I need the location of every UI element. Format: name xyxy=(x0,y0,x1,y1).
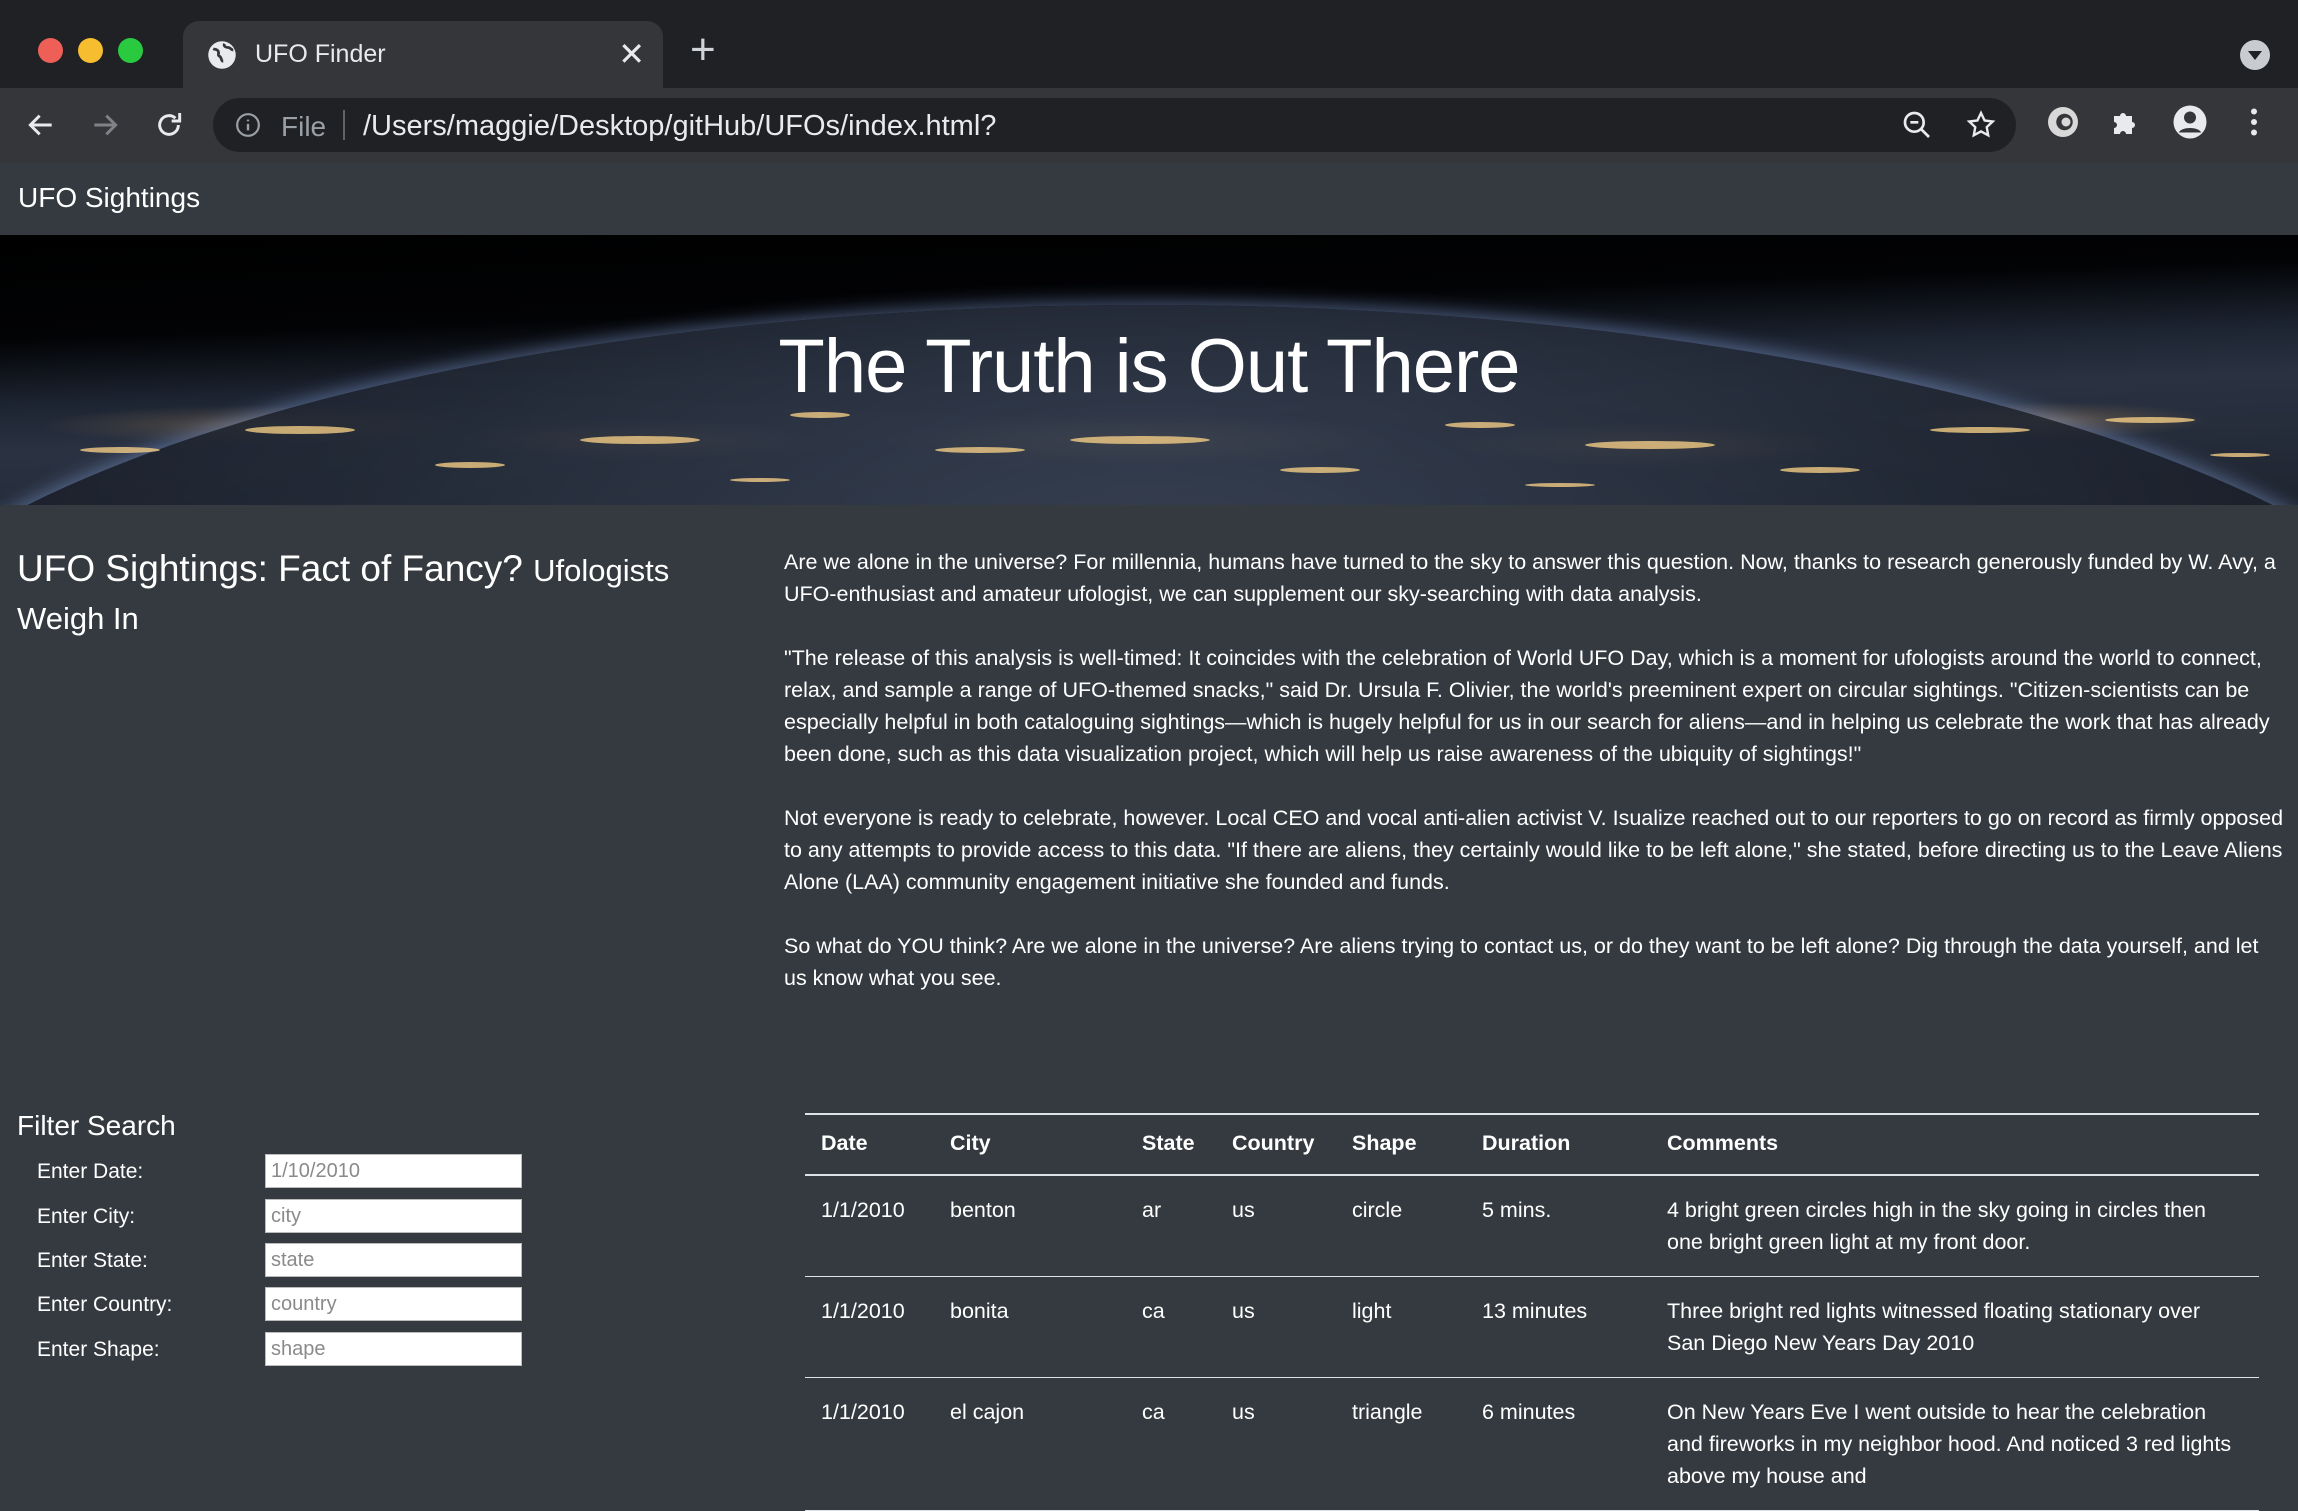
forward-arrow-icon xyxy=(94,114,118,136)
cell-comments: Three bright red lights witnessed floati… xyxy=(1651,1276,2259,1378)
cell-duration: 6 minutes xyxy=(1466,1377,1651,1511)
profile-avatar-icon[interactable] xyxy=(2172,104,2208,140)
back-arrow-icon xyxy=(28,114,52,136)
puzzle-extensions-icon[interactable] xyxy=(2108,104,2144,140)
tab-search-icon[interactable] xyxy=(2240,40,2270,70)
article-headline: UFO Sightings: Fact of Fancy? xyxy=(17,548,523,589)
cell-city: el cajon xyxy=(934,1377,1126,1511)
close-window-button[interactable] xyxy=(38,38,63,63)
date-input[interactable] xyxy=(265,1154,522,1188)
cell-duration: 5 mins. xyxy=(1466,1175,1651,1277)
ufo-sightings-table: Date City State Country Shape Duration C… xyxy=(805,1113,2259,1511)
state-label: Enter State: xyxy=(37,1249,148,1272)
url-text[interactable]: /Users/maggie/Desktop/gitHub/UFOs/index.… xyxy=(363,110,996,143)
bookmark-star-icon[interactable] xyxy=(1965,109,1997,141)
filter-row-country: Enter Country: xyxy=(37,1287,537,1323)
city-input[interactable] xyxy=(265,1199,522,1233)
reload-icon xyxy=(158,113,182,136)
hero-title: The Truth is Out There xyxy=(778,324,1520,409)
maximize-window-button[interactable] xyxy=(118,38,143,63)
table-row: 1/1/2010 el cajon ca us triangle 6 minut… xyxy=(805,1377,2259,1511)
article-paragraph: Not everyone is ready to celebrate, howe… xyxy=(784,806,2284,894)
cell-duration: 13 minutes xyxy=(1466,1276,1651,1378)
browser-tab[interactable]: UFO Finder ✕ xyxy=(183,21,663,88)
forward-button[interactable] xyxy=(84,104,126,146)
column-header-comments: Comments xyxy=(1651,1113,2259,1176)
cell-shape: light xyxy=(1336,1276,1466,1378)
city-label: Enter City: xyxy=(37,1205,136,1228)
state-input[interactable] xyxy=(265,1243,522,1277)
article-paragraph: So what do YOU think? Are we alone in th… xyxy=(784,934,2259,990)
table-row: 1/1/2010 benton ar us circle 5 mins. 4 b… xyxy=(805,1175,2259,1277)
cell-comments: 4 bright green circles high in the sky g… xyxy=(1651,1175,2259,1277)
reload-button[interactable] xyxy=(148,104,190,146)
column-header-country: Country xyxy=(1216,1113,1336,1176)
column-header-shape: Shape xyxy=(1336,1113,1466,1176)
filter-row-city: Enter City: xyxy=(37,1199,537,1235)
shape-label: Enter Shape: xyxy=(37,1338,160,1361)
column-header-duration: Duration xyxy=(1466,1113,1651,1176)
navbar-brand-link[interactable]: UFO Sightings xyxy=(18,182,200,214)
browser-toolbar: File /Users/maggie/Desktop/gitHub/UFOs/i… xyxy=(0,88,2298,162)
browser-menu-icon[interactable] xyxy=(2236,104,2272,140)
file-scheme-label: File xyxy=(281,111,327,142)
cell-comments: On New Years Eve I went outside to hear … xyxy=(1651,1377,2259,1511)
extension-icon[interactable] xyxy=(2045,104,2081,140)
globe-icon xyxy=(208,41,236,69)
column-header-city: City xyxy=(934,1113,1126,1176)
cell-date: 1/1/2010 xyxy=(805,1276,934,1378)
column-header-date: Date xyxy=(805,1113,934,1176)
cell-city: benton xyxy=(934,1175,1126,1277)
address-separator xyxy=(343,110,345,140)
new-tab-button[interactable]: + xyxy=(690,28,716,72)
cell-country: us xyxy=(1216,1377,1336,1511)
address-bar[interactable]: File /Users/maggie/Desktop/gitHub/UFOs/i… xyxy=(213,98,2016,152)
info-icon[interactable] xyxy=(235,112,261,138)
article-title: UFO Sightings: Fact of Fancy? Ufologists… xyxy=(17,546,717,642)
date-label: Enter Date: xyxy=(37,1160,144,1183)
cell-shape: circle xyxy=(1336,1175,1466,1277)
cell-city: bonita xyxy=(934,1276,1126,1378)
cell-date: 1/1/2010 xyxy=(805,1175,934,1277)
article-paragraph: Are we alone in the universe? For millen… xyxy=(784,550,2276,606)
tab-title: UFO Finder xyxy=(255,40,386,68)
filter-row-date: Enter Date: xyxy=(37,1154,537,1190)
article-paragraph: "The release of this analysis is well-ti… xyxy=(784,646,2270,766)
table-row: 1/1/2010 bonita ca us light 13 minutes T… xyxy=(805,1276,2259,1378)
country-label: Enter Country: xyxy=(37,1293,173,1316)
shape-input[interactable] xyxy=(265,1332,522,1366)
table-header-row: Date City State Country Shape Duration C… xyxy=(805,1113,2259,1176)
hero-banner: The Truth is Out There xyxy=(0,235,2298,505)
cell-country: us xyxy=(1216,1175,1336,1277)
cell-state: ca xyxy=(1126,1377,1216,1511)
country-input[interactable] xyxy=(265,1287,522,1321)
zoom-out-icon[interactable] xyxy=(1901,109,1933,141)
cell-state: ca xyxy=(1126,1276,1216,1378)
browser-tab-strip: UFO Finder ✕ + xyxy=(0,0,2298,88)
filter-row-shape: Enter Shape: xyxy=(37,1332,537,1368)
column-header-state: State xyxy=(1126,1113,1216,1176)
article-body: Are we alone in the universe? For millen… xyxy=(784,546,2284,1026)
cell-date: 1/1/2010 xyxy=(805,1377,934,1511)
cell-country: us xyxy=(1216,1276,1336,1378)
close-tab-icon[interactable]: ✕ xyxy=(618,36,645,72)
minimize-window-button[interactable] xyxy=(78,38,103,63)
cell-shape: triangle xyxy=(1336,1377,1466,1511)
site-navbar: UFO Sightings xyxy=(0,162,2298,235)
filter-row-state: Enter State: xyxy=(37,1243,537,1279)
cell-state: ar xyxy=(1126,1175,1216,1277)
back-button[interactable] xyxy=(20,104,62,146)
filter-search-heading: Filter Search xyxy=(17,1110,176,1141)
